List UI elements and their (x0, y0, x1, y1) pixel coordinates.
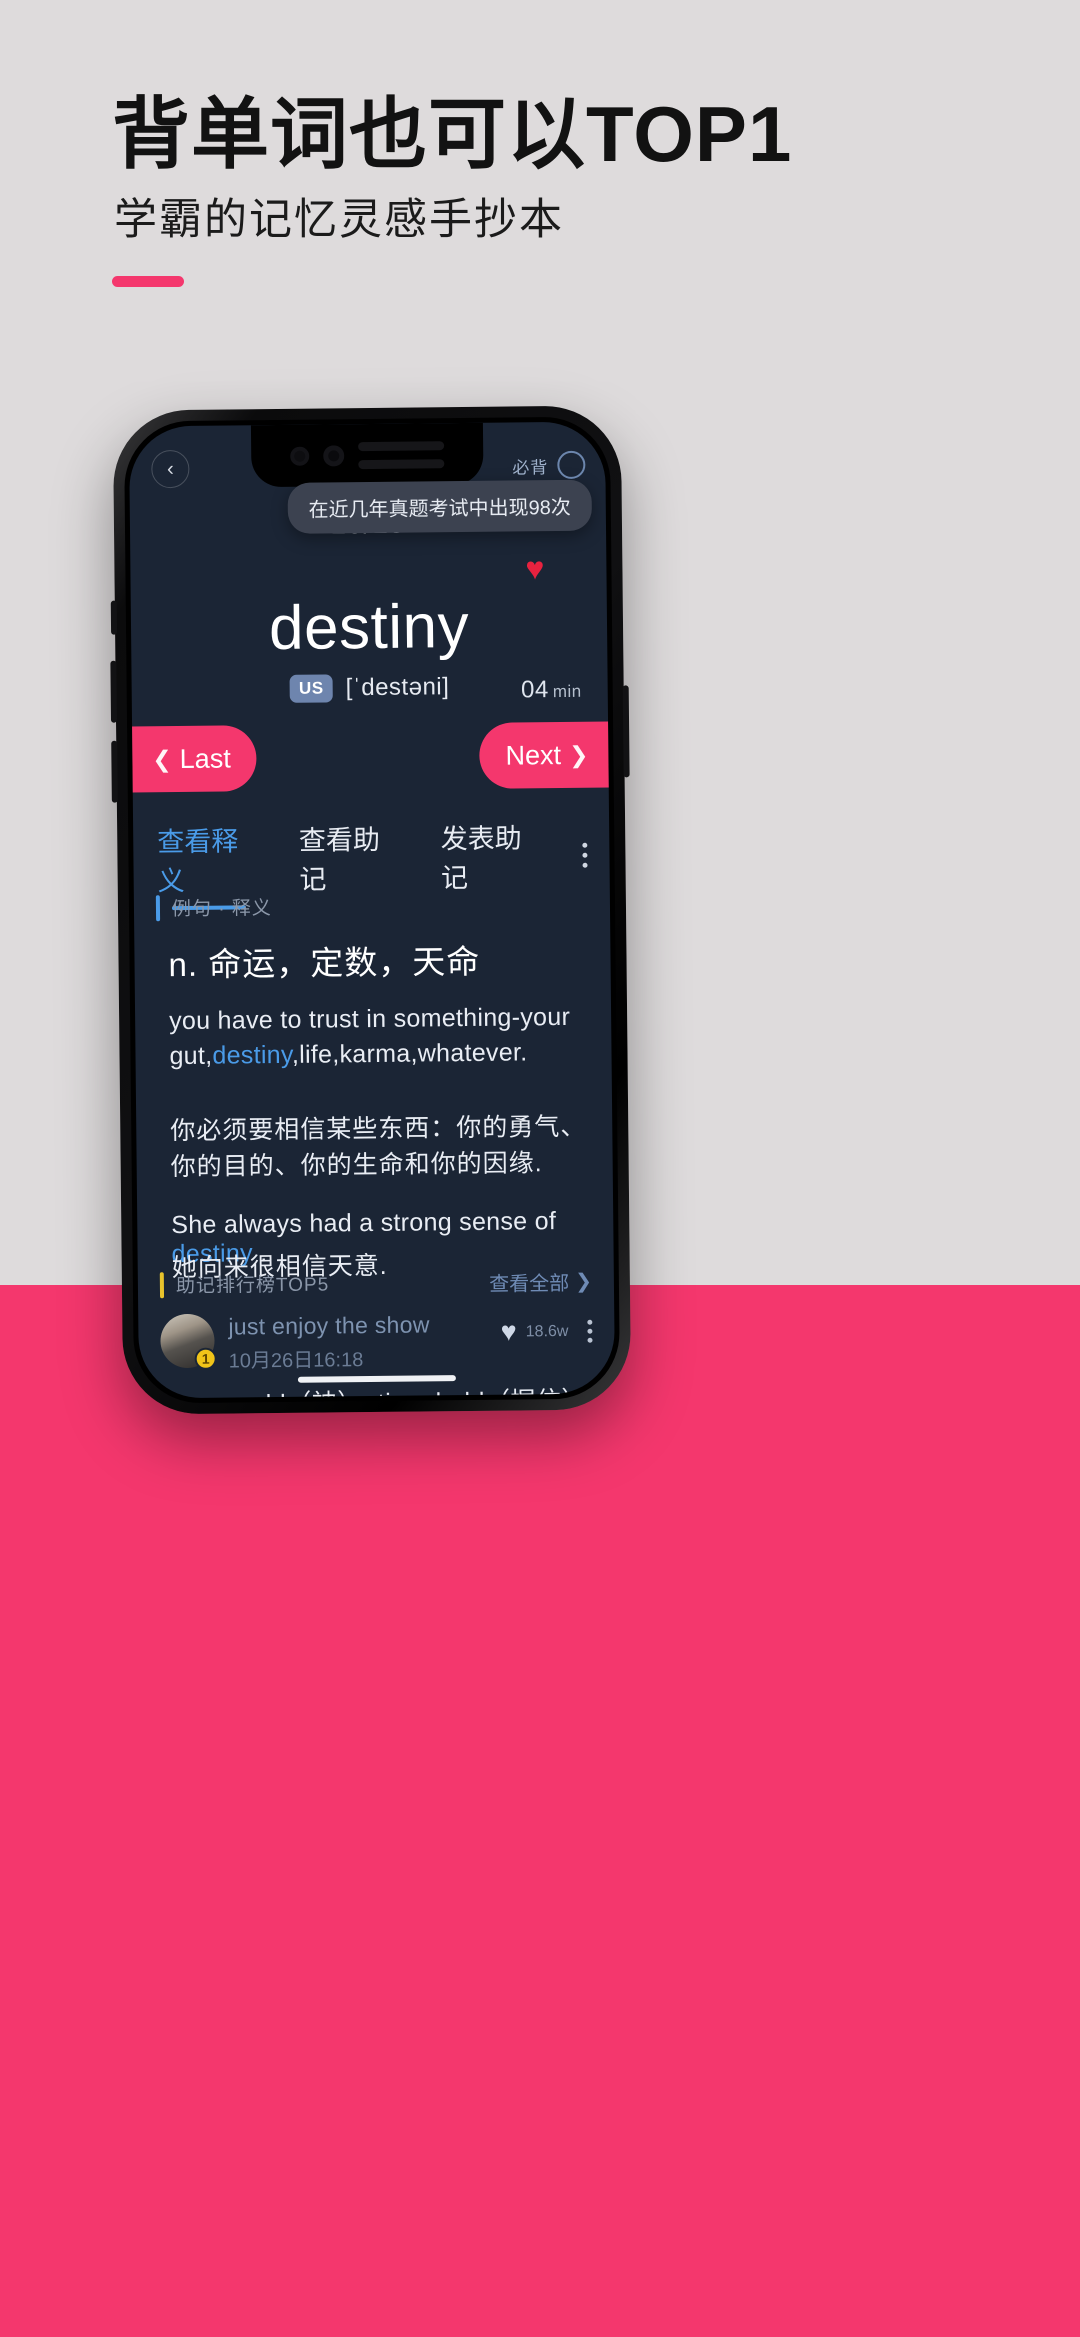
tab-view-mnemonic[interactable]: 查看助记 (299, 818, 402, 911)
section-accent-bar (155, 894, 161, 921)
example-1-en-after: ,life,karma,whatever. (291, 1037, 528, 1069)
tab-post-mnemonic[interactable]: 发表助记 (440, 816, 543, 909)
accent-badge-us[interactable]: US (289, 674, 333, 703)
chevron-right-icon: ❯ (575, 1270, 593, 1293)
headline-prefix: 背单词也可以 (112, 90, 587, 178)
phone-screen: ‹ 必背 在近几年真题考试中出现98次 10/15 ♥ destiny US [… (128, 421, 616, 1399)
home-indicator[interactable] (297, 1375, 456, 1383)
view-all-label: 查看全部 (489, 1272, 570, 1296)
ranking-section-header: 助记排行榜TOP5 (159, 1269, 330, 1298)
phone-volume-up[interactable] (110, 660, 118, 723)
phone-mockup: ‹ 必背 在近几年真题考试中出现98次 10/15 ♥ destiny US [… (110, 405, 632, 1415)
headline-highlight: TOP1 (586, 90, 793, 178)
poster-accent-bar (112, 276, 184, 287)
chevron-right-icon: ❯ (568, 741, 589, 768)
like-count: 18.6w (525, 1322, 569, 1340)
comment-meta: just enjoy the show 10月26日16:18 (228, 1311, 487, 1374)
next-word-button[interactable]: Next ❯ (479, 721, 616, 789)
timer-unit: min (552, 681, 582, 702)
must-memorize-label: 必背 (512, 457, 549, 478)
back-button[interactable]: ‹ (151, 449, 190, 489)
rank-badge: 1 (194, 1347, 217, 1370)
comment-timestamp: 10月26日16:18 (228, 1349, 364, 1373)
poster-background-bottom (0, 1285, 1080, 2337)
example-1-chinese: 你必须要相信某些东西：你的勇气、你的目的、你的生命和你的因缘. (170, 1112, 587, 1182)
example-1-en-highlight[interactable]: destiny (212, 1040, 292, 1069)
ranking-section-label: 助记排行榜TOP5 (175, 1274, 330, 1298)
avatar-wrapper[interactable]: 1 (160, 1313, 217, 1370)
timer-value: 04 (520, 676, 549, 704)
section-accent-bar (159, 1271, 165, 1298)
previous-word-label: Last (179, 742, 231, 774)
poster-subheadline: 学霸的记忆灵感手抄本 (114, 196, 564, 244)
kebab-menu-icon[interactable] (587, 1319, 593, 1343)
phone-bezel: ‹ 必背 在近几年真题考试中出现98次 10/15 ♥ destiny US [… (123, 416, 621, 1404)
phonetic-text: [ˈdestəni] (345, 673, 450, 702)
phone-mute-switch[interactable] (110, 600, 118, 635)
kebab-menu-icon[interactable] (582, 842, 588, 881)
mnemonic-body: des = gold（神）+tin = hold（握住）+ y(名次后缀)，构成… (165, 1384, 594, 1399)
comment-row: 1 just enjoy the show 10月26日16:18 ♥ 18.6… (160, 1310, 593, 1375)
chevron-left-icon: ❮ (152, 745, 172, 772)
circle-outline-icon[interactable] (557, 450, 586, 480)
comment-actions: ♥ 18.6w (500, 1310, 593, 1347)
heart-filled-icon[interactable]: ♥ (501, 1317, 517, 1347)
next-word-label: Next (505, 739, 562, 771)
app-bar: ‹ 必背 (129, 422, 606, 495)
example-2-en-before: She always had a strong sense of (171, 1207, 557, 1240)
word-title: destiny (268, 591, 470, 664)
appbar-right-group[interactable]: 必背 (512, 450, 586, 480)
heart-filled-icon[interactable]: ♥ (525, 550, 544, 586)
study-timer: 04 min (521, 676, 582, 705)
example-1-english: you have to trust in something-your gut,… (169, 1000, 590, 1073)
phone-power-button[interactable] (622, 685, 630, 778)
poster-headline: 背单词也可以TOP1 (112, 90, 793, 178)
definition-section-header: 例句 · 释义 (155, 893, 272, 921)
word-definition: n. 命运，定数，天命 (168, 942, 481, 984)
headline-highlight-wrap: TOP1 (586, 90, 793, 178)
chevron-left-icon: ‹ (166, 458, 174, 481)
comment-author[interactable]: just enjoy the show (228, 1311, 487, 1341)
view-all-button[interactable]: 查看全部 ❯ (489, 1267, 592, 1297)
phone-volume-down[interactable] (111, 740, 118, 803)
definition-section-label: 例句 · 释义 (171, 898, 272, 921)
previous-word-button[interactable]: ❮ Last (128, 725, 258, 793)
